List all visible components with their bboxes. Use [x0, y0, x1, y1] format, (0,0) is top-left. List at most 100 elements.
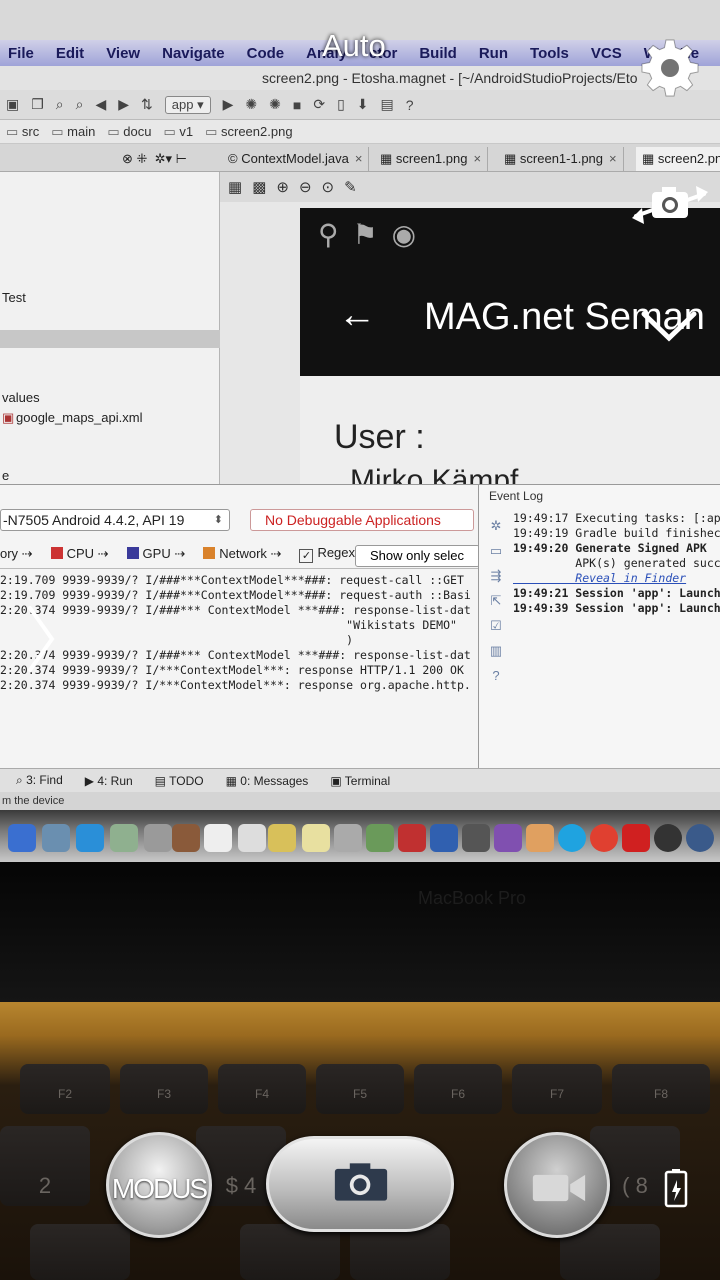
back-arrow-icon: ◀	[95, 96, 107, 112]
tree-item-test: Test	[2, 290, 26, 305]
dock-app-icon	[686, 824, 714, 852]
ide-tool-window-bar: ⌕ 3: Find ▶ 4: Run ▤ TODO ▦ 0: Messages …	[0, 768, 720, 792]
dock-app-icon	[430, 824, 458, 852]
dock-app-icon	[238, 824, 266, 852]
dock-app-icon	[268, 824, 296, 852]
event-log-lines: 19:49:17 Executing tasks: [:ap 19:49:19 …	[513, 511, 720, 616]
export-icon: ⇱	[490, 593, 502, 608]
search-icon: ⌕	[55, 96, 64, 112]
skype-icon	[558, 824, 586, 852]
folder-icon: ▣	[6, 96, 20, 112]
shutter-button[interactable]	[266, 1136, 454, 1232]
panel-tools: ⊗ ⁜ ✲▾ ⊢	[122, 151, 187, 166]
tab-gpu: GPU ⇢	[126, 546, 185, 562]
preview-user-name: Mirko Kämpf	[350, 464, 519, 484]
dock-app-icon	[110, 824, 138, 852]
logcat-line: 2:20.374 9939-9939/? I/***ContextModel**…	[0, 663, 464, 677]
chrome-icon	[590, 824, 618, 852]
debug-icon: ✺	[245, 96, 258, 112]
regex-checkbox: ✓ Regex	[299, 545, 355, 563]
ide-window-title: screen2.png - Etosha.magnet - [~/Android…	[0, 66, 720, 90]
run-config-select: app ▾	[164, 95, 211, 114]
stop-icon: ■	[292, 96, 302, 113]
debuggable-apps-select: No Debuggable Applications	[250, 509, 474, 531]
logcat-line: 2:19.709 9939-9939/? I/###***ContextMode…	[0, 573, 464, 587]
find-tool: ⌕ 3: Find	[16, 773, 63, 787]
attach-icon: ✺	[269, 96, 281, 112]
event-log-toolbar: ✲ ▭ ⇶ ⇱ ☑ ▥ ?	[485, 513, 507, 688]
tree-item-maps-xml: google_maps_api.xml	[16, 410, 143, 425]
reveal-in-finder-link: Reveal in Finder	[513, 571, 687, 585]
messages-tool: ▦ 0: Messages	[225, 773, 309, 788]
menu-vcs: VCS	[590, 44, 622, 62]
breadcrumb-src: src	[6, 124, 39, 140]
breadcrumb-main: main	[51, 124, 95, 140]
keyboard-key	[30, 1224, 130, 1280]
device-select: -N7505 Android 4.4.2, API 19 ⬍	[0, 509, 230, 531]
todo-tool: ▤ TODO	[154, 773, 204, 788]
battery-charging-icon	[664, 1169, 688, 1208]
switch-camera-icon[interactable]	[628, 172, 712, 238]
event-line: 19:49:21 Session 'app': Launch	[513, 586, 720, 600]
logcat-line: 2:19.709 9939-9939/? I/###***ContextMode…	[0, 588, 471, 602]
scene-mode-label[interactable]: Auto	[322, 28, 386, 64]
modus-label: MODUS	[111, 1173, 208, 1204]
breadcrumb-file: screen2.png	[205, 124, 293, 140]
calendar-icon	[204, 824, 232, 852]
menu-file: File	[8, 44, 34, 62]
menu-view: View	[106, 44, 141, 62]
keyboard-key	[240, 1224, 340, 1280]
logcat-output: 2:19.709 9939-9939/? I/###***ContextMode…	[0, 573, 475, 723]
menu-tools: Tools	[530, 44, 569, 62]
event-log-title: Event Log	[489, 489, 544, 503]
sync-icon: ⟳	[313, 96, 326, 112]
key-f8: F8	[612, 1064, 710, 1114]
chevron-down-icon[interactable]	[640, 304, 698, 348]
run-icon: ▶	[222, 96, 234, 112]
filter-icon: ⇶	[490, 568, 502, 583]
zoom-out-icon: ⊖	[298, 179, 312, 196]
settings-icon: ✲	[490, 518, 502, 533]
mac-dock	[0, 810, 720, 862]
breadcrumb: src main docu v1 screen2.png	[0, 120, 720, 144]
build-icon: ⇅	[141, 96, 153, 112]
event-log-panel: Event Log ✲ ▭ ⇶ ⇱ ☑ ▥ ? 19:49:17 Executi…	[478, 485, 720, 769]
event-line: 19:49:39 Session 'app': Launch	[513, 601, 720, 615]
tab-screen2: ▦ screen2.pn	[636, 147, 720, 171]
chessboard-icon: ▩	[252, 179, 267, 196]
dock-app-icon	[654, 824, 682, 852]
settings-gear-icon[interactable]	[640, 38, 700, 98]
dock-app-icon	[462, 824, 490, 852]
event-line: 19:49:17 Executing tasks: [:ap	[513, 511, 720, 525]
event-line: 19:49:20 Generate Signed APK	[513, 541, 707, 555]
chevron-right-icon[interactable]	[24, 604, 56, 674]
dock-app-icon	[398, 824, 426, 852]
tab-screen1-1: ▦ screen1-1.png ×	[498, 147, 624, 171]
help-icon: ?	[405, 96, 414, 113]
laptop-bezel: MacBook Pro	[0, 862, 720, 1002]
event-line: APK(s) generated succ	[513, 556, 720, 570]
copy-icon: ❐	[31, 96, 44, 112]
back-arrow-icon: ←	[338, 294, 376, 336]
key-2: 2	[0, 1126, 90, 1206]
dock-app-icon	[42, 824, 70, 852]
keyboard-key	[350, 1224, 450, 1280]
logcat-filter-select: Show only selec	[355, 545, 480, 567]
color-picker-icon: ✎	[344, 179, 357, 196]
forward-arrow-icon: ▶	[118, 96, 130, 112]
dock-app-icon	[526, 824, 554, 852]
modus-button[interactable]: MODUS	[106, 1132, 212, 1238]
logcat-line: 2:20.374 9939-9939/? I/###*** ContextMod…	[0, 603, 471, 617]
menu-run: Run	[478, 44, 509, 62]
key-f3: F3	[120, 1064, 208, 1114]
tree-selection	[0, 330, 220, 348]
tab-network: Network ⇢	[203, 546, 281, 562]
key-f2: F2	[20, 1064, 110, 1114]
tab-contextmodel: © ContextModel.java ×	[222, 147, 370, 171]
dock-app-icon	[144, 824, 172, 852]
video-record-button[interactable]	[504, 1132, 610, 1238]
tab-screen1: ▦ screen1.png ×	[374, 147, 489, 171]
menu-navigate: Navigate	[162, 44, 225, 62]
run-tool: ▶ 4: Run	[84, 773, 133, 788]
help-icon: ?	[492, 668, 500, 683]
